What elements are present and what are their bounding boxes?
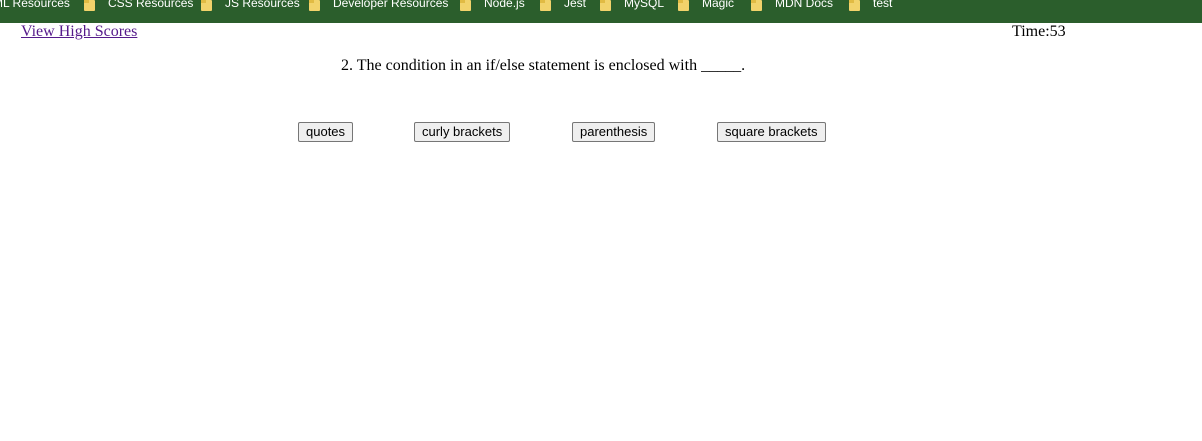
bookmark-test[interactable]: test — [849, 0, 892, 13]
bookmark-label: test — [873, 0, 893, 10]
bookmark-label: CSS Resources — [108, 0, 194, 10]
bookmark-magic[interactable]: Magic — [678, 0, 734, 13]
bookmarks-bar: HTML Resources CSS Resources JS Resource… — [0, 0, 1202, 23]
bookmark-label: Developer Resources — [333, 0, 449, 10]
bookmark-jest[interactable]: Jest — [540, 0, 586, 13]
folder-icon — [460, 0, 471, 12]
bookmark-mdn-docs[interactable]: MDN Docs — [751, 0, 833, 13]
answer-button-quotes[interactable]: quotes — [298, 122, 354, 142]
answer-button-parenthesis[interactable]: parenthesis — [572, 122, 656, 142]
folder-icon — [84, 0, 95, 12]
bookmark-label: Node.js — [484, 0, 525, 10]
bookmark-js-resources[interactable]: JS Resources — [201, 0, 300, 13]
answer-button-curly-brackets[interactable]: curly brackets — [414, 122, 511, 142]
bookmark-developer-resources[interactable]: Developer Resources — [309, 0, 448, 13]
folder-icon — [600, 0, 611, 12]
bookmark-label: Magic — [702, 0, 735, 10]
bookmark-nodejs[interactable]: Node.js — [460, 0, 525, 13]
folder-icon — [751, 0, 762, 12]
bookmark-css-resources[interactable]: CSS Resources — [84, 0, 193, 13]
bookmark-html-resources[interactable]: HTML Resources — [0, 0, 70, 13]
bookmark-label: HTML Resources — [0, 0, 70, 10]
folder-icon — [540, 0, 551, 12]
view-high-scores-link[interactable]: View High Scores — [21, 23, 137, 41]
timer: Time:53 — [1012, 23, 1066, 40]
folder-icon — [849, 0, 860, 12]
bookmark-mysql[interactable]: MySQL — [600, 0, 664, 13]
bookmark-label: MySQL — [624, 0, 665, 10]
answer-button-square-brackets[interactable]: square brackets — [717, 122, 826, 142]
bookmark-label: Jest — [564, 0, 587, 10]
folder-icon — [309, 0, 320, 12]
question-text: 2. The condition in an if/else statement… — [341, 57, 746, 74]
folder-icon — [201, 0, 212, 12]
bookmark-label: MDN Docs — [775, 0, 834, 10]
folder-icon — [678, 0, 689, 12]
bookmark-label: JS Resources — [225, 0, 300, 10]
